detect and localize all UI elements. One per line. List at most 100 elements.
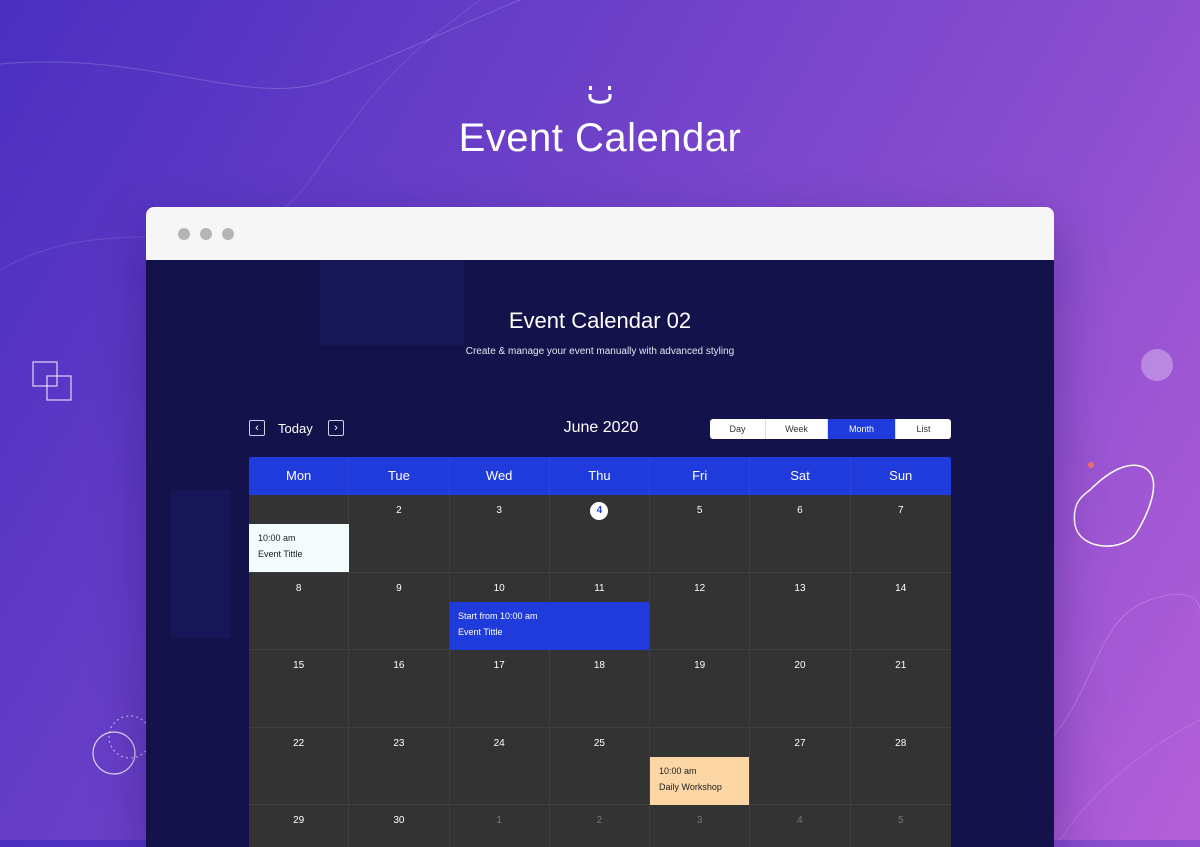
next-month-button[interactable]: ›	[328, 420, 344, 436]
week-row: 2 3 4 5 6 7 10:00 am Event Tittle	[249, 495, 951, 573]
day-number: 6	[797, 505, 803, 516]
event-time: 10:00 am	[258, 533, 296, 543]
week-row: 15 16 17 18 19 20 21	[249, 650, 951, 728]
window-control-dot[interactable]	[178, 228, 190, 240]
day-number: 4	[797, 815, 803, 826]
week-row: 22 23 24 25 27 28 10:00 am Daily Worksho…	[249, 727, 951, 805]
day-cell[interactable]: 22	[249, 727, 350, 805]
event-block[interactable]: 10:00 am Daily Workshop	[650, 756, 749, 805]
day-cell[interactable]: 14	[850, 572, 951, 650]
day-number: 3	[696, 815, 703, 826]
day-cell-other-month[interactable]: 2	[549, 805, 651, 847]
day-cell[interactable]: 8	[249, 572, 350, 650]
day-cell[interactable]: 30	[349, 805, 450, 847]
day-cell[interactable]: 7	[850, 495, 951, 573]
browser-window: Event Calendar 02 Create & manage your e…	[146, 207, 1054, 847]
day-number: 19	[694, 660, 706, 671]
day-cell-other-month[interactable]: 3	[650, 805, 751, 847]
day-number: 1	[496, 815, 502, 826]
window-control-dot[interactable]	[222, 228, 234, 240]
day-number: 21	[895, 660, 907, 671]
day-cell-today[interactable]: 4	[549, 495, 651, 573]
day-number: 13	[794, 582, 806, 594]
day-number: 10	[493, 582, 505, 594]
day-number: 22	[293, 737, 305, 749]
day-number: 2	[396, 505, 402, 516]
day-cell[interactable]: 17	[449, 650, 550, 728]
weekday-header: Mon Tue Wed Thu Fri Sat Sun	[249, 457, 951, 495]
window-control-dot[interactable]	[200, 228, 212, 240]
view-list-button[interactable]: List	[896, 419, 951, 439]
chevron-right-icon: ›	[334, 422, 338, 434]
view-day-button[interactable]: Day	[710, 419, 766, 439]
day-cell[interactable]: 24	[449, 727, 550, 805]
day-cell[interactable]: 19	[650, 650, 751, 728]
day-number: 8	[295, 582, 302, 594]
day-number: 7	[897, 505, 904, 516]
day-cell[interactable]: 28	[850, 727, 951, 805]
day-number: 27	[794, 737, 806, 749]
event-time: Start from 10:00 am	[458, 610, 538, 621]
hero-title: Event Calendar	[458, 116, 742, 160]
day-cell[interactable]: 13	[750, 572, 851, 650]
day-cell[interactable]: 21	[850, 650, 951, 728]
day-number: 30	[393, 815, 405, 826]
day-number: 3	[496, 505, 502, 516]
weekday-sun: Sun	[889, 468, 913, 483]
day-cell[interactable]: 29	[249, 805, 350, 847]
day-number: 17	[493, 660, 505, 671]
day-number: 23	[393, 737, 405, 749]
day-number: 15	[293, 660, 305, 671]
event-title: Daily Workshop	[659, 781, 722, 792]
day-cell[interactable]: 12	[650, 572, 751, 650]
prev-month-button[interactable]: ‹	[249, 420, 265, 436]
day-number: 29	[293, 815, 305, 826]
weekday-sat: Sat	[750, 457, 851, 495]
day-number: 5	[696, 505, 703, 516]
day-number: 25	[593, 737, 605, 749]
day-cell[interactable]: 15	[249, 650, 350, 728]
day-number: 5	[897, 815, 904, 826]
view-month-button[interactable]: Month	[828, 419, 896, 439]
week-row: 8 9 10 11 12 13 14 Start from 10:00 am E…	[249, 572, 951, 650]
event-block[interactable]: Start from 10:00 am Event Tittle	[449, 601, 649, 650]
event-time: 10:00 am	[659, 765, 697, 776]
brand-logo-icon	[588, 86, 612, 104]
day-number: 12	[694, 582, 706, 594]
day-cell[interactable]: 6	[750, 495, 851, 573]
weekday-thu: Thu	[550, 457, 651, 495]
day-cell[interactable]: 27	[750, 727, 851, 805]
day-cell-other-month[interactable]: 4	[750, 805, 851, 847]
day-cell[interactable]: 23	[349, 727, 450, 805]
day-number: 28	[895, 737, 907, 749]
day-cell[interactable]: 9	[349, 572, 450, 650]
calendar-title: Event Calendar 02	[508, 308, 692, 333]
day-cell[interactable]: 20	[750, 650, 851, 728]
day-cell-other-month[interactable]: 5	[850, 805, 951, 847]
window-titlebar	[146, 207, 1054, 260]
day-number: 20	[794, 660, 806, 671]
day-cell[interactable]: 2	[349, 495, 450, 573]
view-week-button[interactable]: Week	[766, 419, 828, 439]
calendar-page: Event Calendar 02 Create & manage your e…	[146, 260, 1054, 847]
day-cell[interactable]: 25	[549, 727, 651, 805]
day-cell[interactable]: 5	[650, 495, 751, 573]
calendar-subtitle: Create & manage your event manually with…	[465, 346, 735, 357]
day-number: 14	[895, 582, 907, 594]
day-cell[interactable]: 16	[349, 650, 450, 728]
day-cell[interactable]: 3	[449, 495, 550, 573]
day-number: 24	[493, 737, 505, 749]
day-number: 11	[594, 582, 605, 594]
day-cell[interactable]: 18	[549, 650, 651, 728]
day-cell-other-month[interactable]: 1	[449, 805, 550, 847]
chevron-left-icon: ‹	[255, 422, 259, 434]
view-switcher: Day Week Month List	[710, 419, 951, 439]
day-number: 18	[593, 660, 605, 671]
weekday-wed: Wed	[450, 457, 550, 495]
event-title: Event Tittle	[258, 549, 303, 559]
current-month-label: June 2020	[563, 419, 639, 436]
week-row: 29 30 1 2 3 4 5	[249, 805, 951, 847]
event-block[interactable]: 10:00 am Event Tittle	[249, 524, 349, 572]
today-button[interactable]: Today	[278, 421, 313, 436]
day-number: 2	[596, 815, 603, 826]
